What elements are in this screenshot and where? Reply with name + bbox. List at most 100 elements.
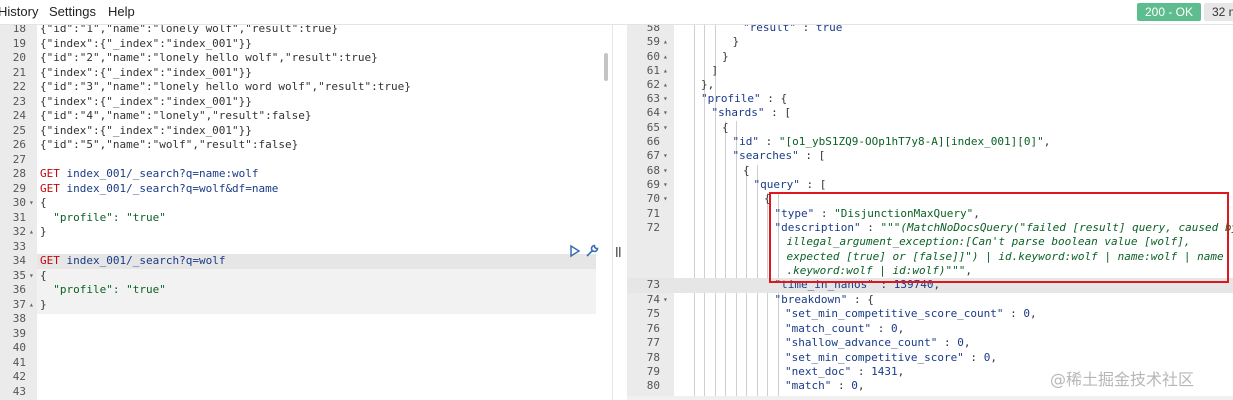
json-token: },	[701, 77, 715, 91]
code-token: {"index":{"_index":"index_001"}}	[40, 94, 252, 108]
code-text: "profile": "true"	[40, 283, 166, 298]
code-text: {	[40, 196, 47, 211]
code-text: GET index_001/_search?q=name:wolf	[40, 167, 259, 182]
line-number: 65	[646, 120, 660, 134]
watermark: @稀土掘金技术社区	[1050, 370, 1195, 389]
json-token: ,	[857, 379, 865, 392]
line-number: 60	[646, 49, 660, 63]
json-token: "searches"	[732, 149, 799, 162]
json-text: "set_min_competitive_score_count" : 0,	[785, 307, 1037, 322]
line-number: 43	[12, 384, 26, 398]
json-token: :	[871, 321, 891, 335]
code-text: GET index_001/_search?q=wolf&df=name	[40, 182, 278, 197]
line-number: 30	[12, 196, 26, 209]
fold-open-icon[interactable]: ▾	[663, 106, 668, 121]
json-text: "set_min_competitive_score" : 0,	[785, 351, 997, 366]
fold-open-icon[interactable]: ▾	[663, 192, 668, 207]
fold-open-icon[interactable]: ▾	[663, 293, 668, 308]
json-token: "set_min_competitive_score"	[785, 350, 964, 364]
fold-open-icon[interactable]: ▾	[29, 269, 34, 284]
json-text: },	[701, 78, 714, 93]
json-token: ,	[897, 321, 905, 335]
indent-guide	[693, 25, 695, 400]
request-editor[interactable]: 18 {"id":"1","name":"lonely wolf","result…	[0, 25, 612, 400]
code-token: {"index":{"_index":"index_001"}}	[40, 123, 252, 137]
status-badge: 200 - OK	[1137, 3, 1202, 21]
play-icon[interactable]	[568, 244, 582, 258]
json-token: :	[963, 350, 984, 364]
fold-close-icon[interactable]: ▴	[663, 50, 668, 65]
line-number: 42	[12, 370, 26, 383]
line-number: 23	[12, 94, 26, 108]
json-text: "result" : true	[743, 25, 842, 36]
json-text: "match_count" : 0,	[785, 322, 904, 337]
fold-close-icon[interactable]: ▴	[663, 64, 668, 79]
json-token: "[o1_ybS1ZQ9-OOp1hT7y8-A][index_001][0]"	[778, 135, 1044, 148]
json-token: : [	[764, 106, 791, 119]
line-number: 36	[12, 283, 26, 296]
code-token: GET	[40, 254, 60, 267]
fold-close-icon[interactable]: ▴	[663, 35, 668, 50]
editor-scrollbar[interactable]	[604, 53, 608, 81]
fold-close-icon[interactable]: ▴	[29, 298, 34, 313]
menu-help[interactable]: Help	[108, 4, 135, 19]
menu-settings[interactable]: Settings	[49, 4, 96, 19]
fold-open-icon[interactable]: ▾	[29, 196, 34, 211]
json-token: }	[722, 49, 729, 63]
code-text: {"id":"3","name":"lonely hello word wolf…	[40, 80, 411, 95]
line-number: 78	[646, 350, 660, 364]
time-badge: 32 ms	[1204, 3, 1233, 21]
code-text: {"id":"1","name":"lonely wolf","result":…	[40, 25, 338, 37]
code-token: {"id":"1","name":"lonely wolf","result":…	[40, 25, 339, 35]
code-token: {"id":"5","name":"wolf","result":false}	[40, 138, 299, 151]
json-text: }	[722, 50, 729, 65]
fold-open-icon[interactable]: ▾	[663, 92, 668, 107]
line-number: 59	[646, 35, 660, 48]
line-number: 39	[12, 326, 26, 340]
code-text: }	[40, 298, 47, 313]
json-text: "searches" : [	[733, 149, 826, 164]
horizontal-scrollbar[interactable]	[627, 396, 1233, 400]
line-number: 80	[646, 379, 660, 392]
json-token: "profile"	[701, 92, 761, 105]
json-text: {	[722, 121, 729, 136]
line-number: 68	[646, 163, 660, 177]
code-token: {"id":"2","name":"lonely hello wolf","re…	[40, 51, 378, 64]
code-token: "profile": "true"	[40, 210, 166, 224]
pane-divider[interactable]	[612, 25, 627, 400]
line-number: 22	[12, 80, 26, 93]
json-token: true	[815, 25, 843, 34]
line-number: 26	[12, 138, 26, 151]
json-text: "match" : 0,	[785, 379, 864, 394]
line-number: 69	[646, 178, 660, 191]
code-token: index_001/_search?q=name:wolf	[59, 167, 259, 180]
line-number: 31	[12, 210, 26, 224]
json-token: : {	[760, 92, 788, 105]
line-number: 79	[646, 365, 660, 378]
json-token: 0	[890, 321, 898, 335]
code-text: GET index_001/_search?q=wolf	[40, 254, 225, 269]
json-text: }	[733, 35, 740, 50]
fold-open-icon[interactable]: ▾	[663, 149, 668, 164]
fold-open-icon[interactable]: ▾	[663, 164, 668, 179]
drag-handle-icon[interactable]	[616, 247, 621, 257]
code-text: {"index":{"_index":"index_001"}}	[40, 124, 252, 139]
wrench-icon[interactable]	[585, 244, 599, 258]
fold-close-icon[interactable]: ▴	[663, 78, 668, 93]
fold-open-icon[interactable]: ▾	[663, 178, 668, 193]
fold-close-icon[interactable]: ▴	[29, 225, 34, 240]
line-number: 41	[12, 355, 26, 369]
json-token: :	[1003, 307, 1024, 320]
line-number: 19	[12, 36, 26, 50]
line-number: 27	[12, 152, 26, 166]
fold-open-icon[interactable]: ▾	[663, 121, 668, 136]
json-token: {	[722, 120, 729, 134]
line-number: 28	[12, 167, 26, 180]
error-highlight-box	[769, 192, 1229, 283]
line-number: 25	[12, 123, 26, 137]
line-number: 63	[646, 92, 660, 105]
json-token: "query"	[753, 178, 800, 191]
json-text: "breakdown" : {	[775, 293, 874, 308]
line-number: 24	[12, 109, 26, 122]
menu-history[interactable]: History	[0, 4, 38, 19]
